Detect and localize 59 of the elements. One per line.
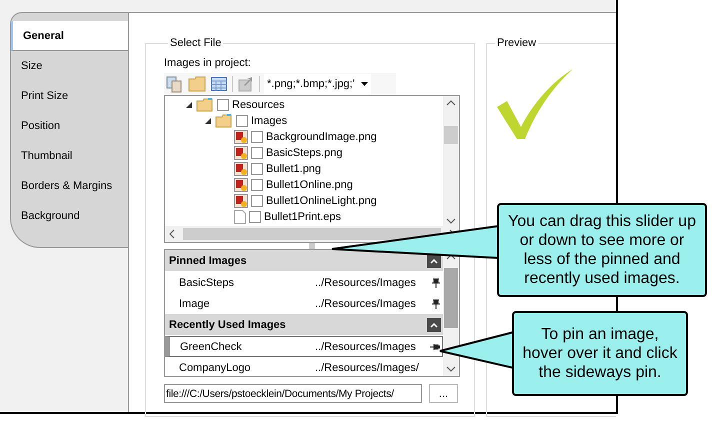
file-path-field[interactable]: file:///C:/Users/pstoecklein/Documents/My Projects/ xyxy=(164,384,422,403)
tree-item[interactable]: Bullet1.png xyxy=(266,163,322,175)
image-list-row[interactable]: BasicSteps ../Resources/Images xyxy=(165,272,443,293)
tab[interactable]: Thumbnail xyxy=(11,141,128,171)
tab[interactable]: Position xyxy=(11,111,128,141)
dropdown-caret-icon[interactable] xyxy=(360,82,368,86)
checkbox[interactable] xyxy=(251,195,263,207)
tab[interactable]: Borders & Margins xyxy=(11,171,128,201)
tab[interactable]: Size xyxy=(11,51,128,81)
checkbox[interactable] xyxy=(217,99,229,111)
image-file-icon xyxy=(234,194,248,208)
tab[interactable]: General xyxy=(11,21,129,51)
image-file-icon xyxy=(234,178,248,192)
pin-icon[interactable] xyxy=(431,278,441,288)
image-file-icon xyxy=(234,162,248,176)
caret-icon xyxy=(430,258,438,264)
sideways-pin-icon[interactable] xyxy=(430,342,440,352)
image-list-row[interactable]: Image ../Resources/Images xyxy=(165,293,443,314)
filter-dropdown[interactable]: *.png;*.bmp;*.jpg;' xyxy=(264,74,371,94)
browse-button[interactable]: ... xyxy=(429,384,458,403)
copy-icon[interactable] xyxy=(166,75,184,93)
section-title: Recently Used Images xyxy=(169,318,286,330)
section-title: Pinned Images xyxy=(169,254,247,266)
checkbox[interactable] xyxy=(251,131,263,143)
document-icon xyxy=(234,210,246,224)
checkbox[interactable] xyxy=(251,147,263,159)
image-file-icon xyxy=(234,146,248,160)
callout: You can drag this slider up or down to see more or less of the pinned and recently used images. xyxy=(497,203,707,297)
horizontal-scrollbar[interactable] xyxy=(165,226,459,242)
folder-icon xyxy=(196,98,214,112)
tree-item[interactable]: Bullet1Online.png xyxy=(266,179,353,191)
checkbox[interactable] xyxy=(251,179,263,191)
field-label: Images in project: xyxy=(164,57,251,69)
tree-item[interactable]: BasicSteps.png xyxy=(266,147,342,159)
callout: To pin an image, hover over it and click the sideways pin. xyxy=(512,311,688,396)
image-file-icon xyxy=(234,130,248,144)
tree-item[interactable]: BackgroundImage.png xyxy=(266,131,377,143)
group-title: Preview xyxy=(496,37,538,49)
expanded-arrow-icon[interactable] xyxy=(204,117,212,125)
folder-icon xyxy=(215,114,233,128)
import-icon[interactable] xyxy=(237,75,255,93)
checkbox[interactable] xyxy=(251,163,263,175)
vertical-scrollbar[interactable] xyxy=(443,96,459,226)
caret-icon xyxy=(430,322,438,328)
folder-icon[interactable] xyxy=(188,75,206,93)
tree-item[interactable]: Bullet1OnlineLight.png xyxy=(266,195,377,207)
expanded-arrow-icon[interactable] xyxy=(185,101,193,109)
tree-item[interactable]: Bullet1Print.eps xyxy=(264,211,342,223)
group-title: Select File xyxy=(169,37,222,49)
tab[interactable]: Background xyxy=(11,201,128,231)
tab[interactable]: Print Size xyxy=(11,81,128,111)
grid-icon[interactable] xyxy=(210,75,228,93)
splitter-grip-icon[interactable] xyxy=(309,243,315,249)
checkbox[interactable] xyxy=(236,115,248,127)
checkbox[interactable] xyxy=(249,211,261,223)
pin-icon[interactable] xyxy=(431,298,441,308)
tree-item[interactable]: Resources xyxy=(232,99,285,111)
collapse-button[interactable] xyxy=(427,318,441,332)
tree-item[interactable]: Images xyxy=(251,115,288,127)
